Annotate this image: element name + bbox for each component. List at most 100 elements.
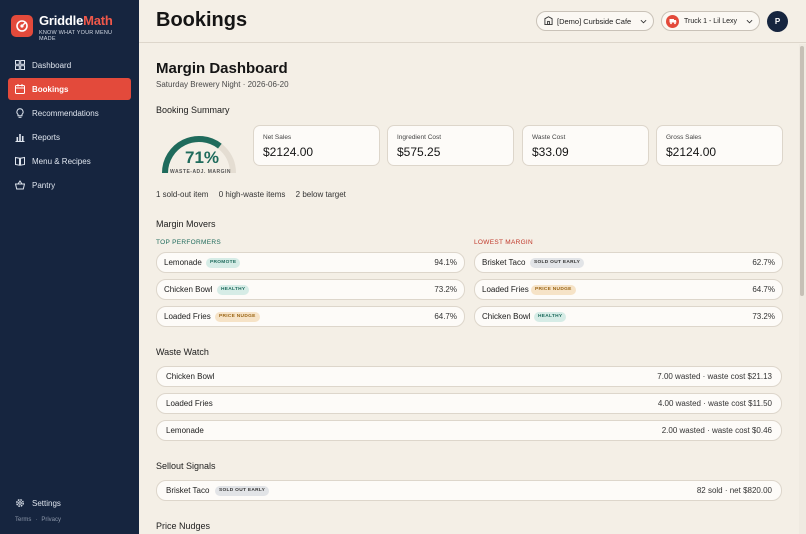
mover-row[interactable]: Lemonade PROMOTE 94.1% [156, 252, 465, 273]
metric-label: Net Sales [263, 134, 292, 141]
chevron-down-icon [640, 19, 647, 24]
truck-select[interactable]: Truck 1 - Lil Lexy [661, 11, 760, 31]
margin-value: 64.7% [752, 285, 775, 294]
stat-below-target: 2 below target [295, 190, 346, 199]
sidebar-item-label: Bookings [32, 84, 69, 94]
avatar[interactable]: P [767, 11, 788, 32]
sidebar: GriddleMath KNOW WHAT YOUR MENU MADE Das… [0, 0, 139, 534]
summary-stats: 1 sold-out item 0 high-waste items 2 bel… [156, 190, 354, 199]
item-name: Lemonade [164, 258, 202, 267]
item-name: Chicken Bowl [166, 372, 215, 381]
metric-card-waste-cost: Waste Cost $33.09 [522, 125, 649, 166]
booking-summary-title: Booking Summary [156, 105, 230, 115]
book-icon [15, 156, 25, 166]
sidebar-item-bookings[interactable]: Bookings [8, 78, 131, 100]
item-name: Loaded Fries [166, 399, 213, 408]
metric-value: $2124.00 [263, 145, 314, 159]
status-badge: SOLD OUT EARLY [530, 258, 585, 268]
metric-label: Ingredient Cost [397, 134, 442, 141]
dashboard-title: Margin Dashboard [156, 60, 288, 77]
margin-value: 94.1% [434, 258, 457, 267]
status-badge: HEALTHY [217, 285, 250, 295]
margin-value: 73.2% [434, 285, 457, 294]
mover-row[interactable]: Loaded Fries PRICE NUDGE 64.7% [156, 306, 465, 327]
brand[interactable]: GriddleMath KNOW WHAT YOUR MENU MADE [11, 14, 129, 42]
margin-value: 62.7% [752, 258, 775, 267]
waste-value: 2.00 wasted · waste cost $0.46 [661, 426, 772, 435]
status-badge: PROMOTE [206, 258, 241, 268]
metric-value: $33.09 [532, 145, 569, 159]
truck-icon [666, 14, 679, 28]
sidebar-item-label: Dashboard [32, 60, 72, 70]
sellout-value: 82 sold · net $820.00 [696, 486, 772, 495]
waste-watch-title: Waste Watch [156, 347, 209, 357]
terms-link[interactable]: Terms [15, 517, 31, 523]
mover-row[interactable]: Loaded Fries PRICE NUDGE 64.7% [474, 279, 783, 300]
privacy-link[interactable]: Privacy [41, 517, 61, 523]
status-badge: PRICE NUDGE [215, 312, 260, 322]
brand-name: GriddleMath [39, 13, 113, 28]
scrollbar-thumb[interactable] [800, 46, 804, 296]
status-badge: HEALTHY [534, 312, 567, 322]
item-name: Lemonade [166, 426, 204, 435]
status-badge: SOLD OUT EARLY [215, 486, 270, 496]
margin-value: 73.2% [752, 312, 775, 321]
lowest-margin-label: LOWEST MARGIN [474, 239, 534, 246]
sidebar-item-recommendations[interactable]: Recommendations [8, 102, 131, 124]
mover-row[interactable]: Chicken Bowl HEALTHY 73.2% [474, 306, 783, 327]
stat-sold-out: 1 sold-out item [156, 190, 209, 199]
building-icon [544, 15, 553, 27]
item-name: Brisket Taco [166, 486, 210, 495]
location-select-value: [Demo] Curbside Cafe [557, 16, 632, 26]
waste-value: 7.00 wasted · waste cost $21.13 [657, 372, 772, 381]
gear-icon [15, 498, 25, 508]
item-name: Chicken Bowl [482, 312, 531, 321]
mover-row[interactable]: Chicken Bowl HEALTHY 73.2% [156, 279, 465, 300]
grid-icon [15, 60, 25, 70]
sellout-signals-title: Sellout Signals [156, 461, 216, 471]
griddle-logo-icon [11, 15, 33, 37]
waste-value: 4.00 wasted · waste cost $11.50 [657, 399, 772, 408]
sidebar-item-reports[interactable]: Reports [8, 126, 131, 148]
sellout-row[interactable]: Brisket Taco SOLD OUT EARLY 82 sold · ne… [156, 480, 782, 501]
truck-select-value: Truck 1 - Lil Lexy [684, 17, 738, 25]
sidebar-item-settings[interactable]: Settings [8, 492, 131, 514]
metric-label: Waste Cost [532, 134, 566, 141]
gauge-label: WASTE-ADJ. MARGIN [170, 169, 231, 175]
metric-label: Gross Sales [666, 134, 702, 141]
legal-links: Terms · Privacy [15, 517, 65, 523]
sidebar-item-label: Pantry [32, 180, 56, 190]
margin-value: 64.7% [434, 312, 457, 321]
metric-card-net-sales: Net Sales $2124.00 [253, 125, 380, 166]
bar-chart-icon [15, 132, 25, 142]
sidebar-nav: Dashboard Bookings Recommendations Repor… [8, 54, 131, 198]
top-performers-label: TOP PERFORMERS [156, 239, 221, 246]
top-header: Bookings [Demo] Curbside Cafe Truck 1 - … [139, 0, 806, 43]
legal-separator: · [35, 517, 38, 523]
lightbulb-icon [15, 108, 25, 118]
metric-card-gross-sales: Gross Sales $2124.00 [656, 125, 783, 166]
metric-card-ingredient-cost: Ingredient Cost $575.25 [387, 125, 514, 166]
waste-row[interactable]: Loaded Fries 4.00 wasted · waste cost $1… [156, 393, 782, 414]
margin-movers-title: Margin Movers [156, 219, 216, 229]
sidebar-item-pantry[interactable]: Pantry [8, 174, 131, 196]
item-name: Brisket Taco [482, 258, 526, 267]
basket-icon [15, 180, 25, 190]
location-select[interactable]: [Demo] Curbside Cafe [536, 11, 654, 31]
page-title: Bookings [156, 9, 248, 31]
gauge-value: 71% [185, 148, 220, 167]
mover-row[interactable]: Brisket Taco SOLD OUT EARLY 62.7% [474, 252, 783, 273]
waste-row[interactable]: Lemonade 2.00 wasted · waste cost $0.46 [156, 420, 782, 441]
brand-tagline: KNOW WHAT YOUR MENU MADE [39, 30, 113, 42]
metric-value: $2124.00 [666, 145, 717, 159]
item-name: Loaded Fries [164, 312, 211, 321]
sidebar-item-label: Reports [32, 132, 61, 142]
stat-high-waste: 0 high-waste items [218, 190, 286, 199]
sidebar-item-dashboard[interactable]: Dashboard [8, 54, 131, 76]
metric-value: $575.25 [397, 145, 441, 159]
item-name: Chicken Bowl [164, 285, 213, 294]
sidebar-item-label: Menu & Recipes [32, 156, 91, 166]
waste-row[interactable]: Chicken Bowl 7.00 wasted · waste cost $2… [156, 366, 782, 387]
sidebar-item-menu-recipes[interactable]: Menu & Recipes [8, 150, 131, 172]
status-badge: PRICE NUDGE [531, 285, 576, 295]
